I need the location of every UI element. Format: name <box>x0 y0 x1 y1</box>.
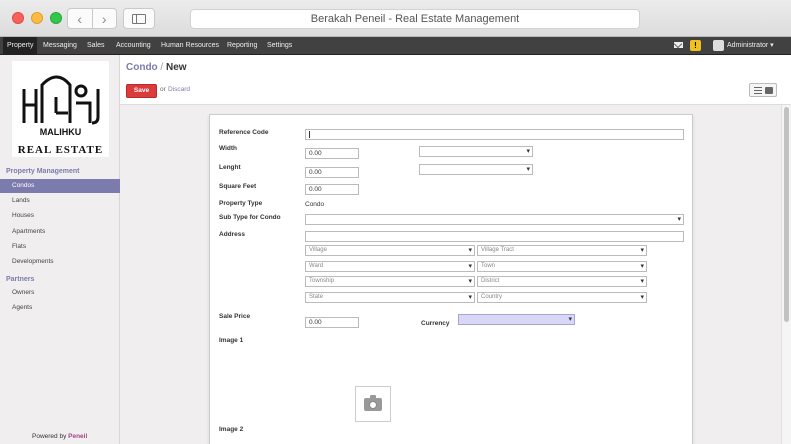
forward-arrow-icon[interactable]: › <box>93 9 117 28</box>
width-input[interactable]: 0.00 <box>305 148 359 159</box>
back-arrow-icon[interactable]: ‹ <box>68 9 93 28</box>
mail-icon[interactable] <box>674 42 683 48</box>
label-width: Width <box>219 145 237 152</box>
close-window-button[interactable] <box>12 12 24 24</box>
village-select[interactable]: Village <box>305 245 475 256</box>
sidebar-item-owners[interactable]: Owners <box>0 286 120 300</box>
history-nav: ‹ › <box>67 8 117 29</box>
label-square-feet: Square Feet <box>219 183 257 190</box>
top-menu: Property Messaging Sales Accounting Huma… <box>0 37 791 55</box>
sidebar-item-developments[interactable]: Developments <box>0 255 120 269</box>
label-address: Address <box>219 231 246 238</box>
text-cursor <box>309 131 310 138</box>
discard-button[interactable]: Discard <box>168 86 190 93</box>
warning-icon[interactable]: ! <box>690 40 701 51</box>
main-content: Condo / New Save or Discard Reference Co… <box>120 55 791 444</box>
currency-select[interactable] <box>458 314 575 325</box>
list-view-icon[interactable] <box>754 87 762 94</box>
label-sub-type: Sub Type for Condo <box>219 214 281 221</box>
label-image1: Image 1 <box>219 337 244 344</box>
menu-accounting[interactable]: Accounting <box>112 37 155 54</box>
powered-by: Powered by Peneil <box>32 433 88 440</box>
minimize-window-button[interactable] <box>31 12 43 24</box>
address-bar[interactable]: Berakah Peneil - Real Estate Management <box>190 9 640 29</box>
label-property-type: Property Type <box>219 200 263 207</box>
township-select[interactable]: Township <box>305 276 475 287</box>
sidebar-item-apartments[interactable]: Apartments <box>0 225 120 239</box>
section-property-management: Property Management <box>6 168 80 175</box>
camera-icon <box>364 395 382 411</box>
breadcrumb-condo[interactable]: Condo <box>126 62 158 73</box>
menu-messaging[interactable]: Messaging <box>39 37 81 54</box>
sidebar-item-condos[interactable]: Condos <box>0 179 120 193</box>
ward-select[interactable]: Ward <box>305 261 475 272</box>
section-partners: Partners <box>6 276 35 283</box>
view-switcher <box>749 83 777 97</box>
sub-type-select[interactable] <box>305 214 684 225</box>
width-unit-select[interactable] <box>419 146 533 157</box>
address-street-input[interactable] <box>305 231 684 242</box>
lenght-input[interactable]: 0.00 <box>305 167 359 178</box>
powered-by-brand-link[interactable]: Peneil <box>68 433 87 440</box>
label-currency: Currency <box>421 320 450 327</box>
reference-code-input[interactable] <box>305 129 684 140</box>
sidebar-icon <box>132 14 146 24</box>
sale-price-input[interactable]: 0.00 <box>305 317 359 328</box>
village-tract-select[interactable]: Village Tract <box>477 245 647 256</box>
zoom-window-button[interactable] <box>50 12 62 24</box>
scrollbar[interactable] <box>781 105 791 444</box>
state-select[interactable]: State <box>305 292 475 303</box>
or-label: or <box>160 86 166 93</box>
company-logo: MALIHKU REAL ESTATE <box>12 61 109 157</box>
town-select[interactable]: Town <box>477 261 647 272</box>
label-reference-code: Reference Code <box>219 129 269 136</box>
form-view-icon[interactable] <box>765 87 773 94</box>
window-titlebar: ‹ › Berakah Peneil - Real Estate Managem… <box>0 0 791 37</box>
breadcrumb: Condo / New <box>126 62 187 73</box>
property-type-value: Condo <box>305 201 325 208</box>
menu-sales[interactable]: Sales <box>83 37 109 54</box>
avatar[interactable] <box>713 40 724 51</box>
form-header: Condo / New Save or Discard <box>120 55 791 105</box>
left-sidebar: MALIHKU REAL ESTATE Property Management … <box>0 55 120 444</box>
sidebar-item-flats[interactable]: Flats <box>0 240 120 254</box>
save-button[interactable]: Save <box>126 84 157 98</box>
sidebar-item-houses[interactable]: Houses <box>0 209 120 223</box>
logo-line2: REAL ESTATE <box>18 144 103 156</box>
sidebar-item-lands[interactable]: Lands <box>0 194 120 208</box>
scrollbar-thumb[interactable] <box>784 107 789 322</box>
sidebar-toggle-button[interactable] <box>123 8 155 29</box>
menu-property[interactable]: Property <box>3 37 38 54</box>
sidebar-item-agents[interactable]: Agents <box>0 301 120 315</box>
district-select[interactable]: District <box>477 276 647 287</box>
label-sale-price: Sale Price <box>219 313 251 320</box>
country-select[interactable]: Country <box>477 292 647 303</box>
square-feet-input[interactable]: 0.00 <box>305 184 359 195</box>
breadcrumb-current: New <box>166 62 187 73</box>
label-lenght: Lenght <box>219 164 241 171</box>
label-image2: Image 2 <box>219 426 244 433</box>
user-menu[interactable]: Administrator ▾ <box>727 37 774 54</box>
form-sheet: Reference Code Width 0.00 Lenght 0.00 Sq… <box>209 114 693 444</box>
logo-line1: MALIHKU <box>40 127 82 137</box>
menu-human-resources[interactable]: Human Resources <box>157 37 223 54</box>
menu-reporting[interactable]: Reporting <box>223 37 261 54</box>
lenght-unit-select[interactable] <box>419 164 533 175</box>
image1-placeholder[interactable] <box>355 386 391 422</box>
menu-settings[interactable]: Settings <box>263 37 296 54</box>
